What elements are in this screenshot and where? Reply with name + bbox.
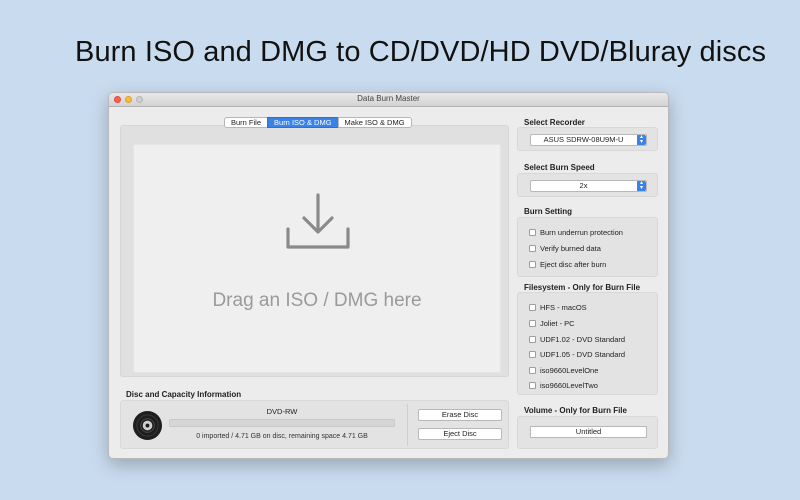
disc-info-label: Disc and Capacity Information — [126, 390, 242, 399]
checkbox-label: UDF1.02 - DVD Standard — [540, 335, 626, 344]
tab-burn-iso-dmg[interactable]: Burn ISO & DMG — [267, 117, 338, 128]
title-bar[interactable]: Data Burn Master — [109, 93, 668, 107]
checkbox-label: iso9660LevelTwo — [540, 381, 598, 390]
checkbox-icon[interactable] — [529, 229, 536, 236]
volume-box: Untitled — [517, 416, 658, 449]
checkbox-icon[interactable] — [529, 351, 536, 358]
select-arrows-icon: ▴ ▾ — [637, 134, 646, 145]
checkbox-label: Joliet - PC — [540, 319, 575, 328]
volume-name-input[interactable]: Untitled — [530, 426, 647, 438]
checkbox-icon[interactable] — [529, 382, 536, 389]
joliet-checkbox[interactable]: Joliet - PC — [529, 318, 575, 329]
checkbox-label: Burn underrun protection — [540, 228, 623, 237]
burn-speed-box: 2x ▴ ▾ — [517, 173, 658, 197]
erase-disc-button[interactable]: Erase Disc — [418, 409, 502, 421]
disc-info-panel: DVD-RW 0 imported / 4.71 GB on disc, rem… — [120, 400, 509, 449]
volume-label: Volume - Only for Burn File — [524, 406, 627, 415]
headline: Burn ISO and DMG to CD/DVD/HD DVD/Bluray… — [75, 36, 767, 68]
eject-disc-button[interactable]: Eject Disc — [418, 428, 502, 440]
filesystem-box: HFS - macOS Joliet - PC UDF1.02 - DVD St… — [517, 292, 658, 395]
disc-icon — [132, 410, 163, 441]
checkbox-icon[interactable] — [529, 304, 536, 311]
udf105-checkbox[interactable]: UDF1.05 - DVD Standard — [529, 349, 625, 360]
select-arrows-icon: ▴ ▾ — [637, 180, 646, 191]
recorder-value: ASUS SDRW-08U9M-U — [543, 135, 624, 144]
tab-content-panel: Drag an ISO / DMG here — [120, 125, 509, 377]
drop-zone-text: Drag an ISO / DMG here — [212, 290, 422, 311]
burn-speed-select[interactable]: 2x ▴ ▾ — [530, 180, 647, 192]
checkbox-label: Eject disc after burn — [540, 260, 607, 269]
hfs-checkbox[interactable]: HFS - macOS — [529, 302, 587, 313]
drop-zone[interactable]: Drag an ISO / DMG here — [133, 144, 501, 373]
recorder-label: Select Recorder — [524, 118, 585, 127]
download-icon — [286, 193, 350, 249]
checkbox-icon[interactable] — [529, 245, 536, 252]
app-window: Data Burn Master Burn File Burn ISO & DM… — [108, 92, 669, 459]
mode-tabs: Burn File Burn ISO & DMG Make ISO & DMG — [224, 117, 412, 128]
checkbox-icon[interactable] — [529, 261, 536, 268]
filesystem-label: Filesystem - Only for Burn File — [524, 283, 641, 292]
checkbox-label: HFS - macOS — [540, 303, 587, 312]
burn-underrun-checkbox[interactable]: Burn underrun protection — [529, 227, 623, 238]
checkbox-icon[interactable] — [529, 336, 536, 343]
checkbox-icon[interactable] — [529, 320, 536, 327]
checkbox-icon[interactable] — [529, 367, 536, 374]
verify-burned-data-checkbox[interactable]: Verify burned data — [529, 243, 601, 254]
udf102-checkbox[interactable]: UDF1.02 - DVD Standard — [529, 334, 625, 345]
capacity-text: 0 imported / 4.71 GB on disc, remaining … — [196, 433, 368, 440]
checkbox-label: iso9660LevelOne — [540, 366, 599, 375]
window-title: Data Burn Master — [357, 94, 420, 103]
checkbox-label: UDF1.05 - DVD Standard — [540, 350, 626, 359]
checkbox-label: Verify burned data — [540, 244, 601, 253]
tab-make-iso-dmg[interactable]: Make ISO & DMG — [337, 117, 412, 128]
iso9660-level-one-checkbox[interactable]: iso9660LevelOne — [529, 365, 598, 376]
disc-type: DVD-RW — [266, 407, 298, 416]
burn-speed-value: 2x — [579, 181, 588, 190]
eject-after-burn-checkbox[interactable]: Eject disc after burn — [529, 259, 606, 270]
burn-setting-box: Burn underrun protection Verify burned d… — [517, 217, 658, 277]
capacity-progress-bar — [169, 419, 395, 427]
recorder-box: ASUS SDRW-08U9M-U ▴ ▾ — [517, 127, 658, 151]
iso9660-level-two-checkbox[interactable]: iso9660LevelTwo — [529, 380, 598, 391]
recorder-select[interactable]: ASUS SDRW-08U9M-U ▴ ▾ — [530, 134, 647, 146]
divider — [407, 404, 408, 446]
burn-speed-label: Select Burn Speed — [524, 163, 595, 172]
burn-setting-label: Burn Setting — [524, 207, 572, 216]
tab-burn-file[interactable]: Burn File — [224, 117, 268, 128]
